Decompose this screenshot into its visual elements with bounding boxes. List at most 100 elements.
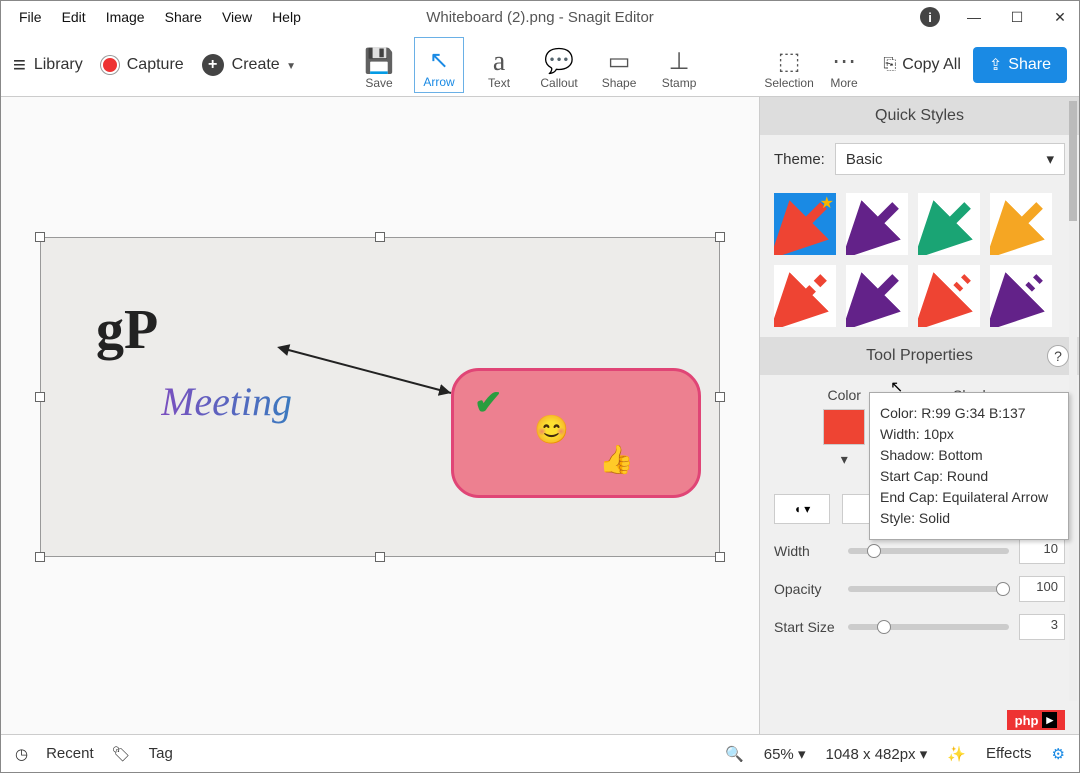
style-swatch[interactable]	[990, 193, 1052, 255]
capture-button[interactable]: Capture	[127, 56, 184, 74]
tool-arrow[interactable]: ↖Arrow	[414, 37, 464, 93]
smiley-icon: 😊	[534, 413, 569, 446]
main-toolbar: ≡ Library Capture + Create ▼ 💾Save ↖Arro…	[1, 33, 1079, 97]
resize-handle[interactable]	[715, 552, 725, 562]
tool-callout[interactable]: 💬Callout	[534, 37, 584, 93]
canvas-dimensions[interactable]: 1048 x 482px ▾	[825, 745, 927, 763]
color-picker[interactable]	[823, 409, 865, 445]
scrollbar-thumb[interactable]	[1069, 101, 1077, 221]
stamp-icon: ⊥	[669, 48, 690, 76]
style-swatch[interactable]: ★	[774, 193, 836, 255]
resize-handle[interactable]	[375, 232, 385, 242]
record-icon	[101, 56, 119, 74]
quick-styles-header: Quick Styles	[760, 97, 1079, 135]
resize-handle[interactable]	[35, 552, 45, 562]
resize-handle[interactable]	[35, 392, 45, 402]
opacity-slider[interactable]	[848, 586, 1009, 592]
width-value[interactable]: 10	[1019, 538, 1065, 564]
startsize-slider[interactable]	[848, 624, 1009, 630]
menu-view[interactable]: View	[212, 5, 262, 29]
theme-label: Theme:	[774, 151, 825, 168]
style-swatches: ★	[760, 183, 1079, 337]
cursor-icon: ↖	[890, 377, 903, 397]
color-label: Color	[828, 387, 861, 403]
search-icon[interactable]: 🔍	[725, 745, 744, 763]
more-icon: ⋯	[832, 48, 856, 76]
recent-button[interactable]: Recent	[46, 745, 94, 762]
window-title: Whiteboard (2).png - Snagit Editor	[426, 9, 654, 26]
theme-select[interactable]: Basic▾	[835, 143, 1065, 175]
width-label: Width	[774, 543, 838, 559]
side-panel: Quick Styles Theme: Basic▾ ★ ↖ Color: R:…	[759, 97, 1079, 734]
tag-button[interactable]: Tag	[149, 745, 173, 762]
status-bar: ◷ Recent 🏷 Tag 🔍 65% ▾ 1048 x 482px ▾ ✨ …	[1, 734, 1079, 772]
gear-icon[interactable]: ⚙	[1052, 745, 1065, 763]
menu-edit[interactable]: Edit	[52, 5, 96, 29]
style-swatch[interactable]	[774, 265, 836, 327]
menu-image[interactable]: Image	[96, 5, 155, 29]
style-tooltip: Color: R:99 G:34 B:137Width: 10pxShadow:…	[869, 392, 1069, 540]
start-cap-select[interactable]: ◖ ▾	[774, 494, 830, 524]
canvas[interactable]: gP Meeting ✔ 😊 👍	[40, 237, 720, 557]
style-swatch[interactable]	[846, 265, 908, 327]
width-slider[interactable]	[848, 548, 1009, 554]
share-icon: ⇪	[989, 55, 1002, 75]
tool-selection[interactable]: ⬚Selection	[764, 37, 814, 93]
startsize-label: Start Size	[774, 619, 838, 635]
copy-icon: ⎘	[883, 56, 896, 74]
arrow-icon: ↖	[429, 47, 449, 75]
hamburger-icon[interactable]: ≡	[13, 52, 26, 78]
library-button[interactable]: Library	[34, 56, 83, 74]
clock-icon: ◷	[15, 745, 28, 763]
style-swatch[interactable]	[918, 193, 980, 255]
opacity-label: Opacity	[774, 581, 838, 597]
tag-icon: 🏷	[112, 745, 131, 763]
selection-icon: ⬚	[778, 48, 801, 76]
resize-handle[interactable]	[35, 232, 45, 242]
callout-icon: 💬	[544, 48, 574, 76]
canvas-area[interactable]: gP Meeting ✔ 😊 👍	[1, 97, 759, 734]
resize-handle[interactable]	[715, 232, 725, 242]
menu-file[interactable]: File	[9, 5, 52, 29]
wand-icon: ✨	[947, 745, 966, 763]
tool-save[interactable]: 💾Save	[354, 37, 404, 93]
copy-all-button[interactable]: ⎘Copy All	[883, 56, 961, 74]
chevron-down-icon: ▾	[1046, 150, 1054, 168]
save-icon: 💾	[364, 48, 394, 76]
menu-help[interactable]: Help	[262, 5, 311, 29]
tool-stamp[interactable]: ⊥Stamp	[654, 37, 704, 93]
checkmark-icon: ✔	[474, 383, 503, 423]
canvas-text-gp: gP	[96, 298, 158, 362]
chevron-down-icon: ▼	[286, 61, 296, 72]
tool-properties-header: Tool Properties?	[760, 337, 1079, 375]
shape-icon: ▭	[608, 48, 631, 76]
maximize-button[interactable]: ☐	[1008, 8, 1026, 26]
menu-bar: File Edit Image Share View Help Whiteboa…	[1, 1, 1079, 33]
close-button[interactable]: ✕	[1051, 8, 1069, 26]
style-swatch[interactable]	[990, 265, 1052, 327]
text-icon: a	[493, 48, 505, 76]
resize-handle[interactable]	[715, 392, 725, 402]
startsize-value[interactable]: 3	[1019, 614, 1065, 640]
share-button[interactable]: ⇪Share	[973, 47, 1067, 83]
help-icon[interactable]: ?	[1047, 345, 1069, 367]
chevron-down-icon[interactable]: ▾	[841, 451, 848, 468]
info-icon[interactable]: i	[920, 7, 940, 27]
canvas-arrow	[271, 338, 471, 408]
create-button[interactable]: Create ▼	[232, 56, 296, 74]
effects-button[interactable]: Effects	[986, 745, 1032, 762]
opacity-value[interactable]: 100	[1019, 576, 1065, 602]
plus-icon: +	[202, 54, 224, 76]
zoom-level[interactable]: 65% ▾	[764, 745, 806, 763]
tool-more[interactable]: ⋯More	[824, 37, 864, 93]
resize-handle[interactable]	[375, 552, 385, 562]
tool-text[interactable]: aText	[474, 37, 524, 93]
scrollbar[interactable]	[1069, 101, 1077, 701]
menu-share[interactable]: Share	[155, 5, 212, 29]
minimize-button[interactable]: —	[965, 8, 983, 26]
tool-shape[interactable]: ▭Shape	[594, 37, 644, 93]
thumbsup-icon: 👍	[599, 443, 634, 476]
canvas-shape: ✔ 😊 👍	[451, 368, 701, 498]
style-swatch[interactable]	[918, 265, 980, 327]
style-swatch[interactable]	[846, 193, 908, 255]
